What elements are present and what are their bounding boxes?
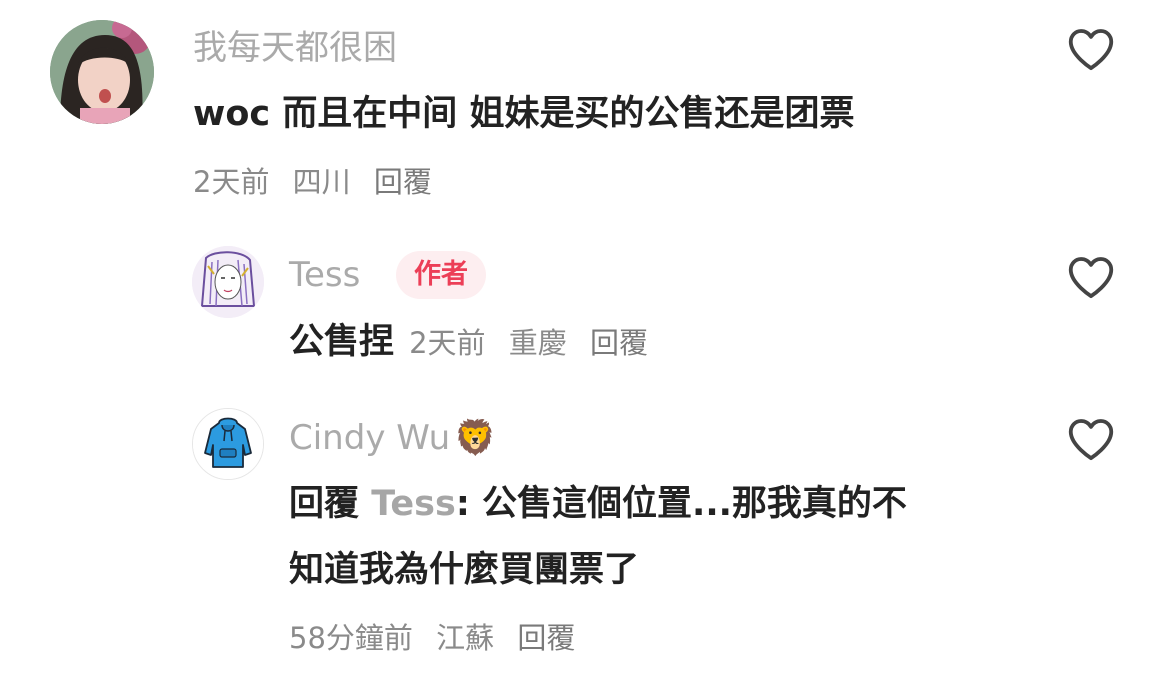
comment-location: 重慶	[508, 326, 567, 360]
reply-button[interactable]: 回覆	[590, 326, 648, 360]
comment-line: 公售捏 2天前 重慶 回覆	[289, 320, 648, 364]
heart-outline-icon[interactable]	[1064, 22, 1118, 76]
comment-username[interactable]: 我每天都很困	[193, 28, 397, 68]
reply-target[interactable]: Tess	[371, 484, 456, 524]
hoodie-icon	[193, 409, 263, 479]
comment-time: 2天前	[193, 165, 270, 199]
avatar-photo	[50, 20, 154, 124]
heart-outline-icon[interactable]	[1064, 412, 1118, 466]
comment-text-line1: : 公售這個位置...那我真的不	[455, 484, 907, 524]
lion-emoji-icon: 🦁	[454, 418, 497, 458]
reply-prefix: 回覆	[289, 484, 360, 524]
comment-text: woc 而且在中间 姐妹是买的公售还是团票	[193, 94, 855, 134]
avatar[interactable]	[192, 246, 264, 318]
reply-button[interactable]: 回覆	[517, 621, 575, 655]
avatar[interactable]	[50, 20, 154, 124]
avatar[interactable]	[192, 408, 264, 480]
comment-username[interactable]: Tess	[289, 255, 360, 295]
username-text: Cindy Wu	[289, 418, 451, 458]
comment-location: 江蘇	[436, 621, 495, 655]
avatar-illustration	[192, 246, 264, 318]
comment-time: 58分鐘前	[289, 621, 413, 655]
comment-text: 公售捏	[289, 322, 395, 362]
comment-location: 四川	[292, 165, 351, 199]
comment-time: 2天前	[409, 326, 486, 360]
comment-meta: 58分鐘前 江蘇 回覆	[289, 620, 575, 656]
comment-text: 回覆 Tess: 公售這個位置...那我真的不	[289, 482, 907, 526]
comment-username[interactable]: Cindy Wu 🦁	[289, 418, 497, 458]
comment-meta: 2天前 四川 回覆	[193, 164, 432, 200]
heart-outline-icon[interactable]	[1064, 250, 1118, 304]
reply-button[interactable]: 回覆	[374, 165, 432, 199]
author-badge: 作者	[396, 251, 486, 299]
comment-meta: 2天前 重慶 回覆	[409, 326, 648, 360]
comment-text-line2: 知道我為什麼買團票了	[289, 550, 640, 590]
